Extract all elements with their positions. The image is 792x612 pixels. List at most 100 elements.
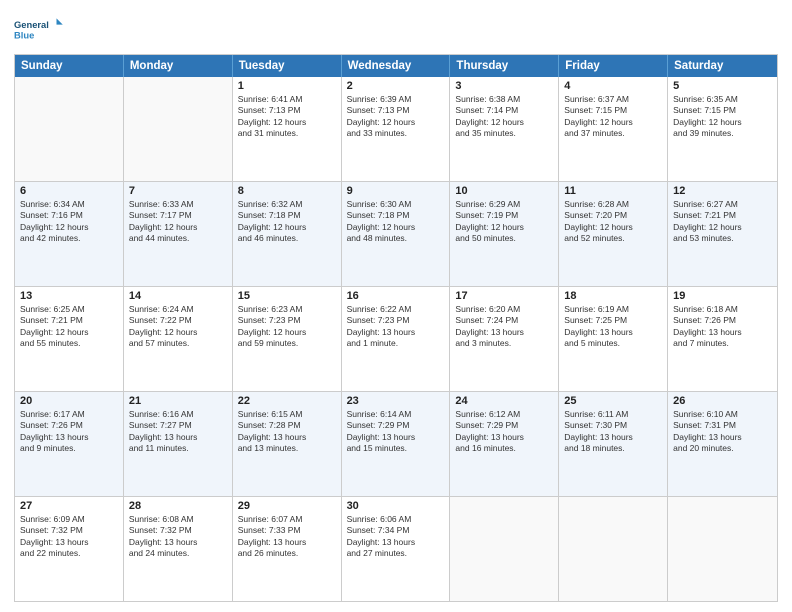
- day-number: 3: [455, 80, 553, 92]
- day-number: 20: [20, 395, 118, 407]
- calendar-week-row: 1Sunrise: 6:41 AM Sunset: 7:13 PM Daylig…: [15, 77, 777, 181]
- day-number: 4: [564, 80, 662, 92]
- cal-cell-day: 17 Sunrise: 6:20 AM Sunset: 7:24 PM Dayli…: [450, 287, 559, 391]
- day-info: Sunrise: 6:23 AM Sunset: 7:23 PM Dayligh…: [238, 304, 336, 350]
- day-info: Sunrise: 6:11 AM Sunset: 7:30 PM Dayligh…: [564, 409, 662, 455]
- cal-header-day: Wednesday: [342, 55, 451, 77]
- day-number: 1: [238, 80, 336, 92]
- day-info: Sunrise: 6:24 AM Sunset: 7:22 PM Dayligh…: [129, 304, 227, 350]
- day-number: 7: [129, 185, 227, 197]
- day-number: 29: [238, 500, 336, 512]
- day-number: 27: [20, 500, 118, 512]
- day-number: 14: [129, 290, 227, 302]
- cal-cell-empty: [668, 497, 777, 601]
- day-number: 23: [347, 395, 445, 407]
- day-info: Sunrise: 6:10 AM Sunset: 7:31 PM Dayligh…: [673, 409, 772, 455]
- day-number: 26: [673, 395, 772, 407]
- day-number: 8: [238, 185, 336, 197]
- day-number: 10: [455, 185, 553, 197]
- cal-cell-day: 8Sunrise: 6:32 AM Sunset: 7:18 PM Daylig…: [233, 182, 342, 286]
- cal-cell-day: 21 Sunrise: 6:16 AM Sunset: 7:27 PM Dayli…: [124, 392, 233, 496]
- cal-cell-day: 20 Sunrise: 6:17 AM Sunset: 7:26 PM Dayli…: [15, 392, 124, 496]
- page-container: General Blue SundayMondayTuesdayWednesda…: [0, 0, 792, 612]
- day-number: 11: [564, 185, 662, 197]
- logo: General Blue: [14, 10, 64, 48]
- cal-cell-day: 18Sunrise: 6:19 AM Sunset: 7:25 PM Dayli…: [559, 287, 668, 391]
- cal-cell-day: 25Sunrise: 6:11 AM Sunset: 7:30 PM Dayli…: [559, 392, 668, 496]
- day-number: 30: [347, 500, 445, 512]
- cal-cell-day: 1Sunrise: 6:41 AM Sunset: 7:13 PM Daylig…: [233, 77, 342, 181]
- day-info: Sunrise: 6:12 AM Sunset: 7:29 PM Dayligh…: [455, 409, 553, 455]
- day-number: 21: [129, 395, 227, 407]
- cal-header-day: Friday: [559, 55, 668, 77]
- day-info: Sunrise: 6:28 AM Sunset: 7:20 PM Dayligh…: [564, 199, 662, 245]
- cal-cell-day: 9 Sunrise: 6:30 AM Sunset: 7:18 PM Daylig…: [342, 182, 451, 286]
- cal-cell-day: 30 Sunrise: 6:06 AM Sunset: 7:34 PM Dayli…: [342, 497, 451, 601]
- cal-cell-day: 29 Sunrise: 6:07 AM Sunset: 7:33 PM Dayli…: [233, 497, 342, 601]
- cal-cell-day: 22Sunrise: 6:15 AM Sunset: 7:28 PM Dayli…: [233, 392, 342, 496]
- cal-header-day: Thursday: [450, 55, 559, 77]
- cal-header-day: Monday: [124, 55, 233, 77]
- day-info: Sunrise: 6:22 AM Sunset: 7:23 PM Dayligh…: [347, 304, 445, 350]
- day-info: Sunrise: 6:08 AM Sunset: 7:32 PM Dayligh…: [129, 514, 227, 560]
- day-info: Sunrise: 6:39 AM Sunset: 7:13 PM Dayligh…: [347, 94, 445, 140]
- day-number: 6: [20, 185, 118, 197]
- day-info: Sunrise: 6:17 AM Sunset: 7:26 PM Dayligh…: [20, 409, 118, 455]
- calendar-week-row: 20 Sunrise: 6:17 AM Sunset: 7:26 PM Dayli…: [15, 391, 777, 496]
- day-number: 24: [455, 395, 553, 407]
- day-number: 16: [347, 290, 445, 302]
- cal-cell-day: 28 Sunrise: 6:08 AM Sunset: 7:32 PM Dayli…: [124, 497, 233, 601]
- header: General Blue: [14, 10, 778, 48]
- calendar-header: SundayMondayTuesdayWednesdayThursdayFrid…: [15, 55, 777, 77]
- day-info: Sunrise: 6:27 AM Sunset: 7:21 PM Dayligh…: [673, 199, 772, 245]
- day-number: 12: [673, 185, 772, 197]
- day-info: Sunrise: 6:18 AM Sunset: 7:26 PM Dayligh…: [673, 304, 772, 350]
- cal-cell-day: 2 Sunrise: 6:39 AM Sunset: 7:13 PM Daylig…: [342, 77, 451, 181]
- calendar-body: 1Sunrise: 6:41 AM Sunset: 7:13 PM Daylig…: [15, 77, 777, 601]
- day-number: 13: [20, 290, 118, 302]
- cal-cell-day: 12 Sunrise: 6:27 AM Sunset: 7:21 PM Dayli…: [668, 182, 777, 286]
- cal-cell-day: 3 Sunrise: 6:38 AM Sunset: 7:14 PM Daylig…: [450, 77, 559, 181]
- cal-cell-day: 23Sunrise: 6:14 AM Sunset: 7:29 PM Dayli…: [342, 392, 451, 496]
- cal-cell-empty: [15, 77, 124, 181]
- day-info: Sunrise: 6:33 AM Sunset: 7:17 PM Dayligh…: [129, 199, 227, 245]
- cal-cell-day: 16 Sunrise: 6:22 AM Sunset: 7:23 PM Dayli…: [342, 287, 451, 391]
- day-number: 2: [347, 80, 445, 92]
- day-info: Sunrise: 6:20 AM Sunset: 7:24 PM Dayligh…: [455, 304, 553, 350]
- day-info: Sunrise: 6:07 AM Sunset: 7:33 PM Dayligh…: [238, 514, 336, 560]
- cal-cell-day: 7 Sunrise: 6:33 AM Sunset: 7:17 PM Daylig…: [124, 182, 233, 286]
- day-info: Sunrise: 6:15 AM Sunset: 7:28 PM Dayligh…: [238, 409, 336, 455]
- day-info: Sunrise: 6:34 AM Sunset: 7:16 PM Dayligh…: [20, 199, 118, 245]
- cal-header-day: Sunday: [15, 55, 124, 77]
- cal-cell-empty: [559, 497, 668, 601]
- cal-cell-day: 10Sunrise: 6:29 AM Sunset: 7:19 PM Dayli…: [450, 182, 559, 286]
- day-info: Sunrise: 6:16 AM Sunset: 7:27 PM Dayligh…: [129, 409, 227, 455]
- day-number: 15: [238, 290, 336, 302]
- day-number: 18: [564, 290, 662, 302]
- logo-svg: General Blue: [14, 10, 64, 48]
- cal-header-day: Saturday: [668, 55, 777, 77]
- day-number: 9: [347, 185, 445, 197]
- cal-cell-day: 24 Sunrise: 6:12 AM Sunset: 7:29 PM Dayli…: [450, 392, 559, 496]
- calendar-week-row: 13Sunrise: 6:25 AM Sunset: 7:21 PM Dayli…: [15, 286, 777, 391]
- cal-cell-day: 6 Sunrise: 6:34 AM Sunset: 7:16 PM Daylig…: [15, 182, 124, 286]
- cal-cell-day: 26 Sunrise: 6:10 AM Sunset: 7:31 PM Dayli…: [668, 392, 777, 496]
- day-info: Sunrise: 6:37 AM Sunset: 7:15 PM Dayligh…: [564, 94, 662, 140]
- calendar: SundayMondayTuesdayWednesdayThursdayFrid…: [14, 54, 778, 602]
- cal-cell-day: 19Sunrise: 6:18 AM Sunset: 7:26 PM Dayli…: [668, 287, 777, 391]
- svg-text:General: General: [14, 20, 49, 30]
- cal-header-day: Tuesday: [233, 55, 342, 77]
- day-info: Sunrise: 6:09 AM Sunset: 7:32 PM Dayligh…: [20, 514, 118, 560]
- day-info: Sunrise: 6:35 AM Sunset: 7:15 PM Dayligh…: [673, 94, 772, 140]
- cal-cell-day: 27 Sunrise: 6:09 AM Sunset: 7:32 PM Dayli…: [15, 497, 124, 601]
- day-info: Sunrise: 6:30 AM Sunset: 7:18 PM Dayligh…: [347, 199, 445, 245]
- cal-cell-day: 11 Sunrise: 6:28 AM Sunset: 7:20 PM Dayli…: [559, 182, 668, 286]
- day-number: 28: [129, 500, 227, 512]
- day-info: Sunrise: 6:06 AM Sunset: 7:34 PM Dayligh…: [347, 514, 445, 560]
- cal-cell-day: 5Sunrise: 6:35 AM Sunset: 7:15 PM Daylig…: [668, 77, 777, 181]
- svg-text:Blue: Blue: [14, 30, 34, 40]
- day-number: 17: [455, 290, 553, 302]
- day-info: Sunrise: 6:38 AM Sunset: 7:14 PM Dayligh…: [455, 94, 553, 140]
- cal-cell-empty: [450, 497, 559, 601]
- cal-cell-day: 13Sunrise: 6:25 AM Sunset: 7:21 PM Dayli…: [15, 287, 124, 391]
